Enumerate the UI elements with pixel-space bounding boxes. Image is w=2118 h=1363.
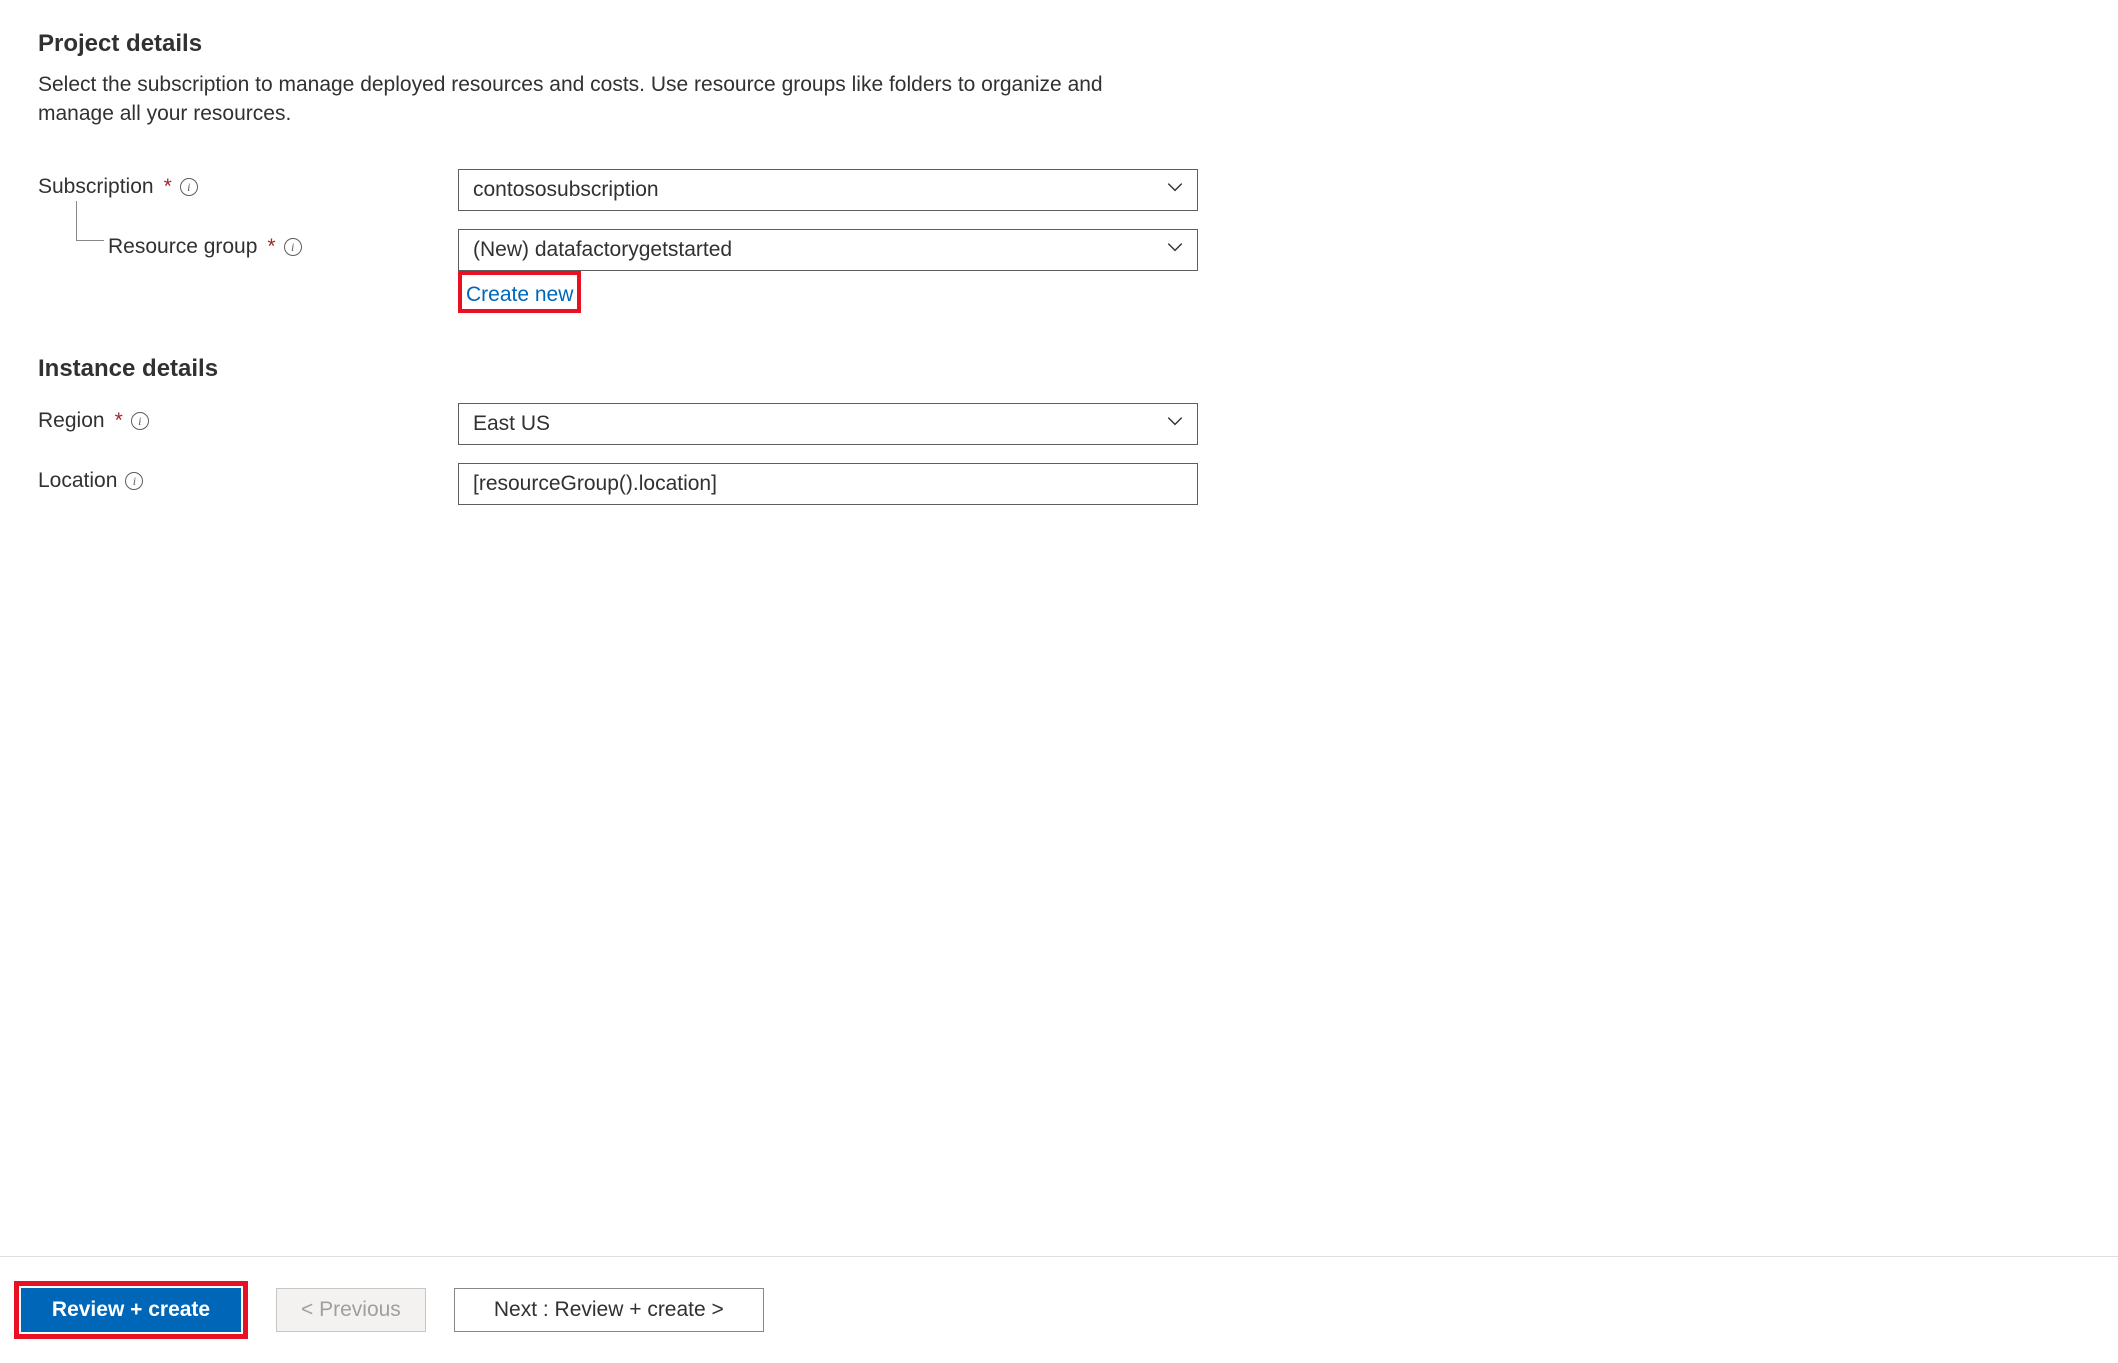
location-row: Location i — [38, 463, 2080, 505]
location-input[interactable] — [458, 463, 1198, 505]
required-indicator: * — [267, 235, 275, 259]
project-details-description: Select the subscription to manage deploy… — [38, 70, 1138, 129]
info-icon[interactable]: i — [180, 178, 198, 196]
info-icon[interactable]: i — [131, 412, 149, 430]
region-select[interactable]: East US — [458, 403, 1198, 445]
subscription-row: Subscription * i contososubscription — [38, 169, 2080, 211]
subscription-label: Subscription — [38, 175, 154, 199]
subscription-select[interactable]: contososubscription — [458, 169, 1198, 211]
resource-group-row: Resource group * i (New) datafactorygets… — [38, 229, 2080, 313]
review-create-highlight: Review + create — [14, 1281, 248, 1339]
create-new-link[interactable]: Create new — [462, 281, 577, 309]
required-indicator: * — [164, 175, 172, 199]
next-button[interactable]: Next : Review + create > — [454, 1288, 764, 1332]
review-create-button[interactable]: Review + create — [21, 1288, 241, 1332]
previous-button[interactable]: < Previous — [276, 1288, 426, 1332]
required-indicator: * — [115, 409, 123, 433]
indent-marker — [76, 201, 104, 241]
footer-bar: Review + create < Previous Next : Review… — [0, 1256, 2118, 1363]
info-icon[interactable]: i — [125, 472, 143, 490]
location-label: Location — [38, 469, 117, 493]
create-new-highlight: Create new — [458, 271, 581, 313]
region-label: Region — [38, 409, 105, 433]
instance-details-heading: Instance details — [38, 355, 2080, 383]
info-icon[interactable]: i — [284, 238, 302, 256]
resource-group-select[interactable]: (New) datafactorygetstarted — [458, 229, 1198, 271]
resource-group-label: Resource group — [108, 235, 257, 259]
project-details-heading: Project details — [38, 30, 2080, 58]
region-row: Region * i East US — [38, 403, 2080, 445]
